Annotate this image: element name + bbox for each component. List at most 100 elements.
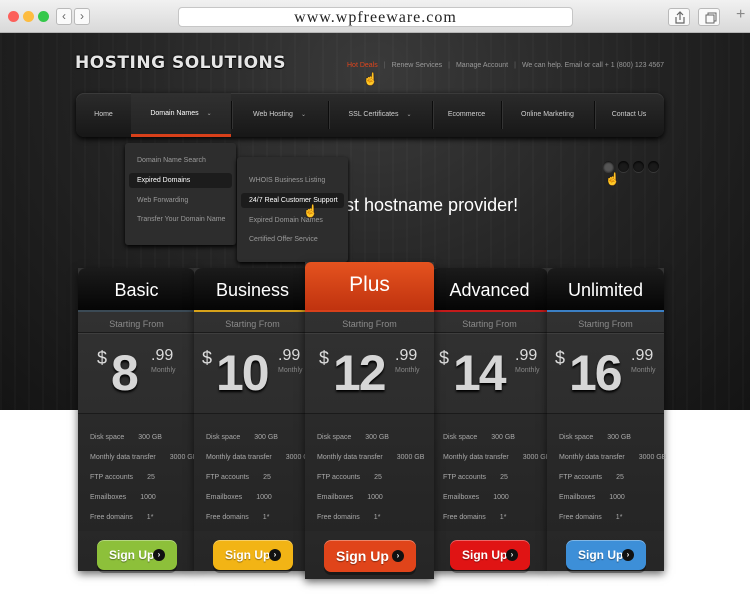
feature-value: 1*: [146, 514, 154, 521]
feature-row: Monthly data transfer 3000 GB: [559, 454, 666, 461]
hot-deals-link[interactable]: Hot Deals: [347, 62, 378, 69]
menu-item-support[interactable]: 24/7 Real Customer Support: [241, 193, 344, 208]
feature-value: 25: [374, 474, 382, 481]
feature-label: Disk space: [90, 434, 125, 441]
price-value: 12: [333, 345, 387, 401]
signup-button[interactable]: Sign Up ›: [566, 540, 646, 570]
address-bar[interactable]: www.wpfreeware.com: [178, 7, 573, 27]
signup-label: Sign Up: [225, 548, 271, 562]
top-links: Hot Deals | Renew Services | Manage Account |…: [347, 62, 665, 69]
contact-info-text: We can help. Email or call + 1 (800) 123…: [521, 62, 665, 69]
feature-row: FTP accounts 25: [443, 474, 508, 481]
menu-item-transfer-domain[interactable]: Transfer Your Domain Name: [129, 212, 232, 227]
slider-dot[interactable]: [648, 161, 659, 172]
slider-dot[interactable]: [603, 161, 614, 172]
plan-name: Unlimited: [547, 268, 664, 310]
feature-value: 25: [500, 474, 508, 481]
feature-label: Free domains: [317, 514, 360, 521]
feature-label: Disk space: [317, 434, 352, 441]
menu-item-expired-domains[interactable]: Expired Domains: [129, 173, 232, 188]
feature-row: Emailboxes 1000: [90, 494, 156, 501]
plan-name: Business: [194, 268, 311, 310]
price-value: 10: [216, 345, 270, 401]
chevron-down-icon: ⌄: [206, 111, 212, 117]
signup-button[interactable]: Sign Up ›: [324, 540, 416, 572]
feature-label: Emailboxes: [206, 494, 243, 501]
feature-value: 1000: [140, 494, 156, 501]
billing-period: Monthly: [631, 367, 656, 374]
feature-row: Disk space 300 GB: [206, 434, 278, 441]
nav-ssl-certificates[interactable]: SSL Certificates ⌄: [328, 93, 432, 137]
feature-label: Monthly data transfer: [206, 454, 272, 461]
signup-label: Sign Up: [336, 548, 389, 564]
features-list: Disk space 300 GB Monthly data transfer 300…: [547, 413, 666, 531]
feature-row: FTP accounts 25: [206, 474, 271, 481]
signup-button[interactable]: Sign Up ›: [450, 540, 530, 570]
feature-label: Free domains: [90, 514, 133, 521]
nav-domain-names[interactable]: Domain Names ⌄: [131, 93, 231, 137]
renew-services-link[interactable]: Renew Services: [392, 62, 443, 69]
back-button[interactable]: ‹: [56, 8, 72, 25]
feature-value: 300 GB: [491, 434, 515, 441]
new-tab-button[interactable]: +: [736, 6, 745, 24]
main-nav: Home Domain Names ⌄ Web Hosting ⌄ SSL Cert…: [76, 93, 664, 137]
feature-row: Monthly data transfer 3000 GB: [443, 454, 550, 461]
nav-web-hosting[interactable]: Web Hosting ⌄: [231, 93, 328, 137]
pointer-cursor-icon: ☝: [363, 72, 378, 86]
features-list: Disk space 300 GB Monthly data transfer 300…: [431, 413, 550, 531]
starting-from-label: Starting From: [462, 319, 517, 329]
menu-item-expired-names[interactable]: Expired Domain Names: [241, 213, 344, 228]
currency-symbol: $: [439, 348, 450, 368]
arrow-right-icon: ›: [506, 549, 518, 561]
price-value: 14: [453, 345, 507, 401]
feature-row: Disk space 300 GB: [90, 434, 162, 441]
feature-row: Free domains 1*: [206, 514, 269, 521]
feature-value: 25: [616, 474, 624, 481]
nav-ecommerce[interactable]: Ecommerce: [432, 93, 501, 137]
signup-button[interactable]: Sign Up ›: [97, 540, 177, 570]
feature-label: FTP accounts: [317, 474, 361, 481]
feature-row: Disk space 300 GB: [559, 434, 631, 441]
menu-item-certified-offer[interactable]: Certified Offer Service: [241, 232, 344, 247]
currency-symbol: $: [319, 348, 330, 368]
price-cents: .99: [515, 347, 538, 364]
tabs-icon[interactable]: [698, 8, 720, 26]
slider-dot[interactable]: [618, 161, 629, 172]
feature-label: Disk space: [443, 434, 478, 441]
manage-account-link[interactable]: Manage Account: [456, 62, 508, 69]
nav-home[interactable]: Home: [76, 93, 131, 137]
site-logo[interactable]: HOSTING SOLUTIONS: [75, 53, 286, 73]
starting-from-label: Starting From: [342, 319, 397, 329]
share-icon[interactable]: [668, 8, 690, 26]
feature-label: Emailboxes: [559, 494, 596, 501]
slider-dot[interactable]: [633, 161, 644, 172]
forward-button[interactable]: ›: [74, 8, 90, 25]
plan-column-unlimited: Unlimited Starting From $16 .99 Monthly Disk …: [547, 268, 666, 571]
feature-label: Monthly data transfer: [317, 454, 383, 461]
plan-column-plus: Plus Starting From $12 .99 Monthly Disk space…: [305, 262, 434, 579]
plan-name: Plus: [305, 262, 434, 310]
plan-column-business: Business Starting From $10 .99 Monthly Disk s…: [194, 268, 313, 571]
minimize-window-dot[interactable]: [23, 11, 34, 22]
feature-label: Emailboxes: [443, 494, 480, 501]
nav-online-marketing[interactable]: Online Marketing: [501, 93, 594, 137]
features-list: Disk space 300 GB Monthly data transfer 300…: [305, 413, 434, 531]
feature-value: 300 GB: [365, 434, 389, 441]
close-window-dot[interactable]: [8, 11, 19, 22]
plan-column-advanced: Advanced Starting From $14 .99 Monthly Disk s…: [431, 268, 550, 571]
signup-button[interactable]: Sign Up ›: [213, 540, 293, 570]
arrow-right-icon: ›: [153, 549, 165, 561]
nav-contact-us[interactable]: Contact Us: [594, 93, 664, 137]
feature-label: FTP accounts: [443, 474, 487, 481]
feature-row: Monthly data transfer 3000 GB: [90, 454, 197, 461]
feature-label: Emailboxes: [317, 494, 354, 501]
feature-label: Monthly data transfer: [443, 454, 509, 461]
slide-headline: st hostname provider!: [345, 195, 519, 215]
feature-value: 1000: [367, 494, 383, 501]
feature-value: 1000: [256, 494, 272, 501]
menu-item-whois[interactable]: WHOIS Business Listing: [241, 173, 344, 188]
maximize-window-dot[interactable]: [38, 11, 49, 22]
menu-item-domain-search[interactable]: Domain Name Search: [129, 153, 232, 168]
plan-column-basic: Basic Starting From $8 .99 Monthly Disk space…: [78, 268, 197, 571]
menu-item-web-forwarding[interactable]: Web Forwarding: [129, 193, 232, 208]
